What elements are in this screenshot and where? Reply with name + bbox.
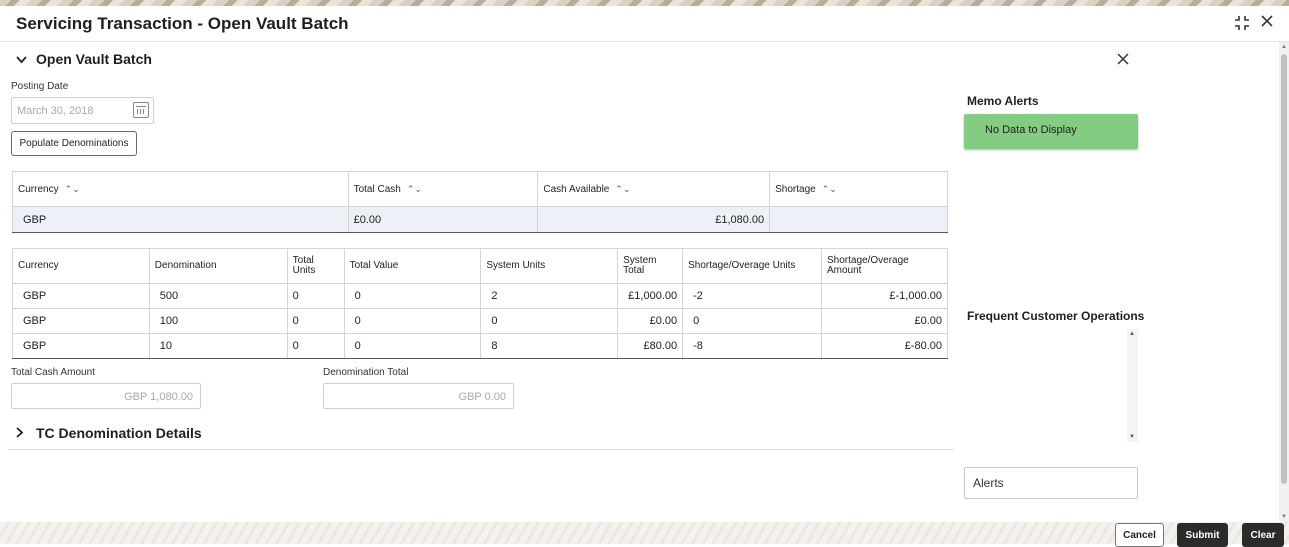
title-bar: Servicing Transaction - Open Vault Batch bbox=[0, 6, 1289, 42]
cell-system-total: £80.00 bbox=[617, 333, 684, 359]
scroll-down-icon[interactable]: ▼ bbox=[1281, 514, 1287, 520]
section-open-vault-batch-header[interactable]: Open Vault Batch bbox=[16, 51, 152, 67]
maximize-icon[interactable] bbox=[1233, 14, 1251, 36]
table-row[interactable]: GBP £0.00 £1,080.00 bbox=[12, 206, 948, 233]
table-header-row: Currency ⌃⌄ Total Cash ⌃⌄ Cash Available ⌃⌄… bbox=[12, 171, 948, 207]
scrollbar-thumb[interactable] bbox=[1281, 54, 1287, 484]
window-title: Servicing Transaction - Open Vault Batch bbox=[16, 14, 349, 33]
footer-bar bbox=[0, 522, 1289, 544]
cell-total-units[interactable]: 0 bbox=[286, 283, 345, 309]
cell-denomination: 100 bbox=[148, 308, 288, 334]
posting-date-value: March 30, 2018 bbox=[17, 105, 94, 117]
cell-shortage-overage-units: -2 bbox=[682, 283, 822, 309]
section-divider bbox=[8, 449, 954, 450]
column-header-denomination: Denomination bbox=[148, 248, 288, 284]
clear-button[interactable]: Clear bbox=[1242, 523, 1284, 547]
cell-system-total: £0.00 bbox=[617, 308, 684, 334]
column-header-currency: Currency bbox=[12, 248, 150, 284]
close-icon[interactable] bbox=[1116, 52, 1130, 71]
cell-shortage-overage-units: -8 bbox=[682, 333, 822, 359]
cell-system-units: 0 bbox=[480, 308, 619, 334]
posting-date-field[interactable]: March 30, 2018 bbox=[11, 97, 154, 124]
memo-alerts-title: Memo Alerts bbox=[967, 94, 1039, 108]
column-header-shortage-overage-units: Shortage/Overage Units bbox=[682, 248, 822, 284]
cell-cash-available: £1,080.00 bbox=[537, 206, 771, 233]
denomination-table: Currency Denomination Total Units Total … bbox=[12, 248, 948, 359]
cell-total-value: 0 bbox=[343, 333, 482, 359]
section-tc-denomination-details-header[interactable]: TC Denomination Details bbox=[16, 425, 202, 441]
alerts-field[interactable]: Alerts bbox=[964, 467, 1138, 499]
cell-shortage-overage-amount: £-80.00 bbox=[821, 333, 948, 359]
cancel-button[interactable]: Cancel bbox=[1115, 523, 1164, 547]
list-scrollbar[interactable]: ▲ ▼ bbox=[1127, 329, 1138, 442]
alerts-label: Alerts bbox=[973, 476, 1004, 490]
column-header-system-total: System Total bbox=[617, 248, 684, 284]
cell-shortage-overage-amount: £0.00 bbox=[821, 308, 948, 334]
chevron-down-icon bbox=[16, 53, 30, 67]
column-header-cash-available[interactable]: Cash Available ⌃⌄ bbox=[537, 171, 771, 207]
scroll-up-icon[interactable]: ▲ bbox=[1129, 331, 1135, 337]
cell-currency: GBP bbox=[12, 206, 349, 233]
cell-total-value: 0 bbox=[343, 308, 482, 334]
frequent-customer-operations-title: Frequent Customer Operations bbox=[967, 309, 1145, 323]
cell-denomination: 500 bbox=[148, 283, 288, 309]
memo-alerts-empty-text: No Data to Display bbox=[985, 124, 1077, 136]
cell-total-value: 0 bbox=[343, 283, 482, 309]
table-row[interactable]: GBP 500 0 0 2 £1,000.00 -2 £-1,000.00 bbox=[12, 283, 948, 309]
column-header-total-cash[interactable]: Total Cash ⌃⌄ bbox=[347, 171, 539, 207]
cell-total-units[interactable]: 0 bbox=[286, 333, 345, 359]
cell-total-cash: £0.00 bbox=[347, 206, 539, 233]
total-cash-amount-field[interactable]: GBP 1,080.00 bbox=[11, 383, 201, 409]
submit-button[interactable]: Submit bbox=[1177, 523, 1228, 547]
cell-system-units: 8 bbox=[480, 333, 619, 359]
cell-system-total: £1,000.00 bbox=[617, 283, 684, 309]
total-cash-amount-value: GBP 1,080.00 bbox=[124, 391, 193, 403]
column-header-shortage-overage-amount: Shortage/Overage Amount bbox=[821, 248, 948, 284]
calendar-icon[interactable] bbox=[133, 102, 149, 118]
table-row[interactable]: GBP 100 0 0 0 £0.00 0 £0.00 bbox=[12, 308, 948, 334]
column-header-total-value: Total Value bbox=[343, 248, 482, 284]
posting-date-label: Posting Date bbox=[11, 81, 69, 92]
column-header-shortage[interactable]: Shortage ⌃⌄ bbox=[769, 171, 948, 207]
cell-total-units[interactable]: 0 bbox=[286, 308, 345, 334]
scroll-down-icon[interactable]: ▼ bbox=[1129, 434, 1135, 440]
populate-denominations-button[interactable]: Populate Denominations bbox=[11, 131, 137, 156]
frequent-customer-operations-list[interactable]: ▲ ▼ bbox=[964, 329, 1138, 442]
cell-shortage-overage-units: 0 bbox=[682, 308, 822, 334]
sort-icon[interactable]: ⌃⌄ bbox=[822, 184, 837, 194]
denomination-total-label: Denomination Total bbox=[323, 367, 409, 378]
scroll-up-icon[interactable]: ▲ bbox=[1281, 44, 1287, 50]
cell-currency: GBP bbox=[12, 333, 150, 359]
sort-icon[interactable]: ⌃⌄ bbox=[407, 184, 422, 194]
table-row[interactable]: GBP 10 0 0 8 £80.00 -8 £-80.00 bbox=[12, 333, 948, 359]
cell-currency: GBP bbox=[12, 308, 150, 334]
cell-shortage bbox=[769, 206, 948, 233]
denomination-total-field[interactable]: GBP 0.00 bbox=[323, 383, 514, 409]
tc-section-title: TC Denomination Details bbox=[36, 425, 202, 441]
memo-alerts-empty-box: No Data to Display bbox=[964, 114, 1138, 149]
column-header-currency[interactable]: Currency ⌃⌄ bbox=[12, 171, 349, 207]
cell-denomination: 10 bbox=[148, 333, 288, 359]
total-cash-amount-label: Total Cash Amount bbox=[11, 367, 95, 378]
sort-icon[interactable]: ⌃⌄ bbox=[615, 184, 630, 194]
cash-summary-table: Currency ⌃⌄ Total Cash ⌃⌄ Cash Available ⌃⌄… bbox=[12, 171, 948, 233]
column-header-total-units: Total Units bbox=[286, 248, 345, 284]
section-title: Open Vault Batch bbox=[36, 51, 152, 67]
column-header-system-units: System Units bbox=[480, 248, 619, 284]
chevron-right-icon bbox=[16, 427, 30, 441]
cell-currency: GBP bbox=[12, 283, 150, 309]
page-scrollbar[interactable]: ▲ ▼ bbox=[1279, 42, 1289, 522]
table-header-row: Currency Denomination Total Units Total … bbox=[12, 248, 948, 284]
denomination-total-value: GBP 0.00 bbox=[458, 391, 507, 403]
cell-shortage-overage-amount: £-1,000.00 bbox=[821, 283, 948, 309]
sort-icon[interactable]: ⌃⌄ bbox=[65, 184, 80, 194]
close-icon[interactable] bbox=[1259, 13, 1275, 33]
cell-system-units: 2 bbox=[480, 283, 619, 309]
